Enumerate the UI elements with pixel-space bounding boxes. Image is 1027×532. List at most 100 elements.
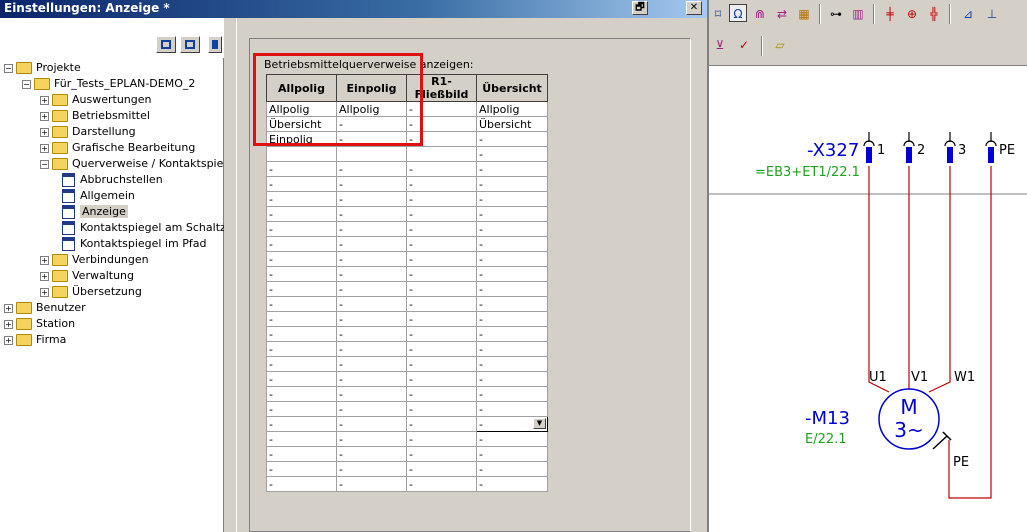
tree-item[interactable]: + Übersetzung — [40, 284, 142, 300]
grid-icon[interactable]: ╬ — [925, 5, 943, 23]
grid-cell[interactable]: - — [406, 281, 477, 297]
grid-cell[interactable]: - — [266, 461, 337, 477]
grid-cell[interactable]: - — [406, 161, 477, 177]
grid-cell[interactable]: - — [336, 401, 407, 417]
expand-all-button[interactable] — [180, 36, 200, 53]
grid-cell[interactable]: - — [266, 401, 337, 417]
grid-cell[interactable]: - — [406, 251, 477, 267]
angle-icon[interactable]: ⊿ — [959, 5, 977, 23]
collapse-icon[interactable]: − — [40, 159, 49, 169]
grid-cell[interactable]: - — [336, 386, 407, 402]
expand-icon[interactable]: + — [4, 303, 13, 313]
grid-cell[interactable]: - — [476, 161, 548, 177]
grid-cell[interactable]: - — [476, 281, 548, 297]
grid-cell[interactable]: - — [476, 251, 548, 267]
grid-cell[interactable]: - — [406, 431, 477, 447]
grid-cell[interactable]: - — [336, 311, 407, 327]
cart-icon[interactable]: ⊻ — [711, 36, 729, 54]
grid-cell[interactable]: - — [336, 476, 407, 492]
grid-cell[interactable]: - — [266, 221, 337, 237]
schematic-canvas[interactable]: 1 2 3 PE -X327 =EB3+ET1/22.1 M 3~ -M13 E/22… — [709, 66, 1027, 532]
grid-cell[interactable]: - — [476, 266, 548, 282]
grid-cell[interactable]: - — [336, 161, 407, 177]
grid-cell[interactable]: - — [336, 371, 407, 387]
grid-cell[interactable]: - — [336, 296, 407, 312]
grid-cell[interactable]: - — [476, 176, 548, 192]
grid-cell[interactable]: - — [266, 311, 337, 327]
expand-icon[interactable]: + — [4, 335, 13, 345]
tree-item[interactable]: + Verwaltung — [40, 268, 134, 284]
expand-icon[interactable]: + — [40, 271, 49, 281]
grid-cell[interactable]: - — [406, 221, 477, 237]
grid-cell[interactable]: - — [266, 446, 337, 462]
grid-cell-dropdown[interactable]: - ▼ — [476, 416, 548, 432]
grid-cell[interactable]: - — [336, 236, 407, 252]
tree-item[interactable]: + Darstellung — [40, 124, 136, 140]
grid-cell[interactable]: - — [336, 341, 407, 357]
grid-cell[interactable]: - — [476, 446, 548, 462]
connect-icon[interactable]: ⇄ — [773, 5, 791, 23]
terminal-block[interactable] — [906, 147, 912, 163]
tree-item[interactable]: Abbruchstellen — [62, 172, 163, 188]
close-button[interactable]: ✕ — [686, 1, 702, 15]
crosshair-icon[interactable]: ╪ — [881, 5, 899, 23]
motor-symbol[interactable]: M 3~ — [878, 388, 952, 450]
chart-icon[interactable]: ▦ — [795, 5, 813, 23]
grid-cell[interactable]: - — [406, 461, 477, 477]
grid-cell[interactable]: - — [406, 191, 477, 207]
grid-cell[interactable]: - — [266, 296, 337, 312]
grid-cell[interactable]: - — [406, 176, 477, 192]
grid-cell[interactable]: - — [336, 326, 407, 342]
collapse-icon[interactable]: − — [22, 79, 31, 89]
grid-cell[interactable]: - — [476, 341, 548, 357]
terminal-block[interactable] — [866, 147, 872, 163]
grid-cell[interactable]: - — [266, 176, 337, 192]
grid-cell[interactable]: - — [476, 131, 548, 147]
grid-cell[interactable]: - — [266, 476, 337, 492]
grid-cell[interactable] — [336, 146, 407, 162]
grid-cell[interactable]: - — [336, 266, 407, 282]
grid-cell[interactable]: - — [476, 311, 548, 327]
pen-icon[interactable]: ⊥ — [983, 5, 1001, 23]
restore-button[interactable]: 🗗 — [632, 1, 648, 15]
grid-cell[interactable]: - — [476, 356, 548, 372]
check-icon[interactable]: ✓ — [735, 36, 753, 54]
grid-cell[interactable]: - — [476, 371, 548, 387]
grid-cell[interactable]: - — [406, 416, 477, 432]
grid-cell[interactable]: Allpolig — [476, 101, 548, 117]
tree-item[interactable]: Anzeige — [62, 204, 128, 220]
tree-item[interactable]: Kontaktspiegel im Pfad — [62, 236, 206, 252]
zoom-icon[interactable]: ⌑ — [709, 5, 727, 23]
terminal-block[interactable] — [947, 147, 953, 163]
grid-cell[interactable]: - — [266, 356, 337, 372]
expand-icon[interactable]: + — [40, 255, 49, 265]
collapse-icon[interactable]: − — [4, 63, 13, 73]
grid-cell[interactable]: - — [266, 251, 337, 267]
grid-cell[interactable]: - — [476, 326, 548, 342]
grid-cell[interactable] — [266, 146, 337, 162]
grid-cell[interactable]: - — [476, 236, 548, 252]
magnet-icon[interactable]: ⋒ — [751, 5, 769, 23]
grid-cell[interactable]: - — [406, 296, 477, 312]
grid-cell[interactable]: - — [266, 191, 337, 207]
tree-item[interactable]: − Projekte — [4, 60, 81, 76]
bookmark-icon[interactable]: ▥ — [849, 5, 867, 23]
grid-cell[interactable]: - — [476, 146, 548, 162]
grid-cell[interactable]: - — [406, 206, 477, 222]
tree-item[interactable]: − Für_Tests_EPLAN-DEMO_2 — [22, 76, 195, 92]
tree-item[interactable]: + Auswertungen — [40, 92, 152, 108]
target-icon[interactable]: ⊕ — [903, 5, 921, 23]
grid-cell[interactable]: - — [476, 296, 548, 312]
navigate-button[interactable] — [208, 36, 222, 53]
grid-cell[interactable]: - — [476, 476, 548, 492]
grid-cell[interactable]: - — [406, 236, 477, 252]
grid-cell[interactable]: - — [476, 206, 548, 222]
grid-cell[interactable]: - — [406, 386, 477, 402]
grid-cell[interactable]: - — [406, 401, 477, 417]
expand-icon[interactable]: + — [40, 143, 49, 153]
tree-item[interactable]: Kontaktspiegel am Schaltz — [62, 220, 226, 236]
grid-cell[interactable]: - — [266, 281, 337, 297]
grid-cell[interactable]: - — [476, 401, 548, 417]
grid-cell[interactable]: - — [336, 431, 407, 447]
grid-cell[interactable]: - — [266, 326, 337, 342]
